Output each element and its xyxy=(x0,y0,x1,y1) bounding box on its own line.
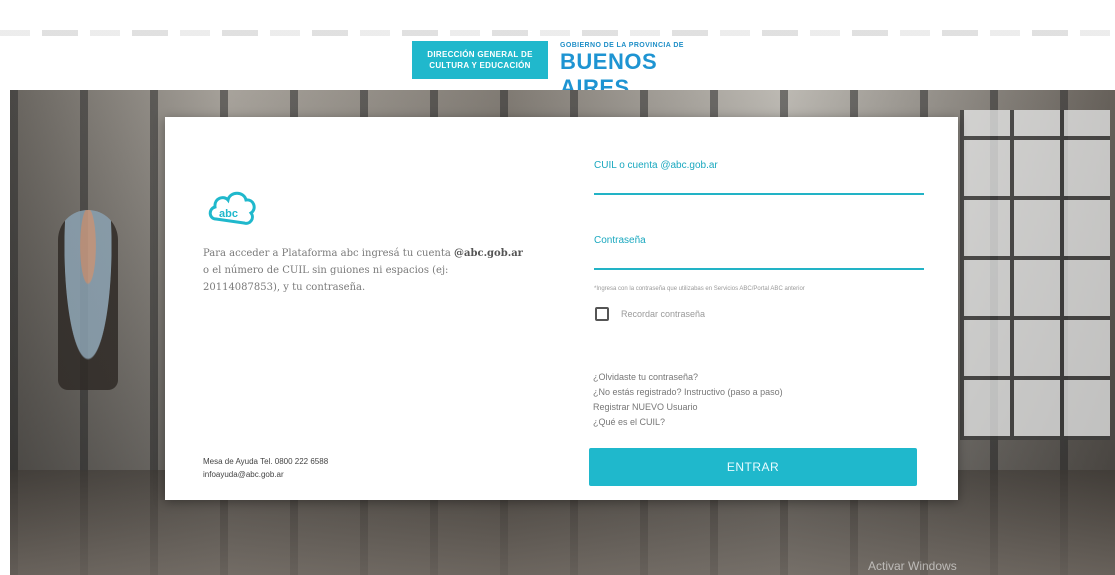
dgce-logo-text: DIRECCIÓN GENERAL DE CULTURA Y EDUCACIÓN xyxy=(427,50,533,70)
intro-text: Para acceder a Plataforma abc ingresá tu… xyxy=(203,245,525,296)
password-hint: *Ingresa con la contraseña que utilizaba… xyxy=(594,286,805,292)
remember-password-label: Recordar contraseña xyxy=(621,309,706,319)
login-card: abc Para acceder a Plataforma abc ingres… xyxy=(165,117,958,500)
password-field-label: Contraseña xyxy=(594,235,646,246)
help-contact: Mesa de Ayuda Tel. 0800 222 6588 infoayu… xyxy=(203,455,443,481)
forgot-password-link[interactable]: ¿Olvidaste tu contraseña? xyxy=(593,370,783,385)
not-registered-link[interactable]: ¿No estás registrado? Instructivo (paso … xyxy=(593,385,783,400)
password-input[interactable] xyxy=(594,248,924,270)
what-is-cuil-link[interactable]: ¿Qué es el CUIL? xyxy=(593,415,783,430)
intro-domain: @abc.gob.ar xyxy=(454,248,523,259)
enter-button[interactable]: ENTRAR xyxy=(589,448,917,486)
gba-logo: GOBIERNO DE LA PROVINCIA DE BUENOS AIRES xyxy=(560,42,730,100)
background-person xyxy=(58,210,118,390)
help-email: infoayuda@abc.gob.ar xyxy=(203,470,284,479)
remember-password[interactable]: Recordar contraseña xyxy=(595,307,705,321)
intro-prefix: Para acceder a Plataforma abc ingresá tu… xyxy=(203,248,451,259)
dgce-logo: DIRECCIÓN GENERAL DE CULTURA Y EDUCACIÓN xyxy=(412,41,548,79)
password-field: Contraseña xyxy=(594,235,924,270)
svg-text:abc: abc xyxy=(219,208,238,220)
header-decorative-strip xyxy=(0,30,1115,36)
windows-activation-watermark: Activar Windows xyxy=(868,559,957,573)
help-phone: Mesa de Ayuda Tel. 0800 222 6588 xyxy=(203,457,329,466)
user-input[interactable] xyxy=(594,173,924,195)
abc-cloud-logo-icon: abc xyxy=(208,191,256,225)
background-window xyxy=(960,110,1110,440)
gba-logo-small-text: GOBIERNO DE LA PROVINCIA DE xyxy=(560,42,684,49)
intro-suffix: o el número de CUIL sin guiones ni espac… xyxy=(203,265,449,293)
register-new-user-link[interactable]: Registrar NUEVO Usuario xyxy=(593,400,783,415)
top-header: DIRECCIÓN GENERAL DE CULTURA Y EDUCACIÓN… xyxy=(0,0,1115,100)
remember-password-checkbox[interactable] xyxy=(595,307,609,321)
help-links: ¿Olvidaste tu contraseña? ¿No estás regi… xyxy=(593,370,783,430)
user-field: CUIL o cuenta @abc.gob.ar xyxy=(594,160,924,195)
user-field-label: CUIL o cuenta @abc.gob.ar xyxy=(594,160,718,171)
